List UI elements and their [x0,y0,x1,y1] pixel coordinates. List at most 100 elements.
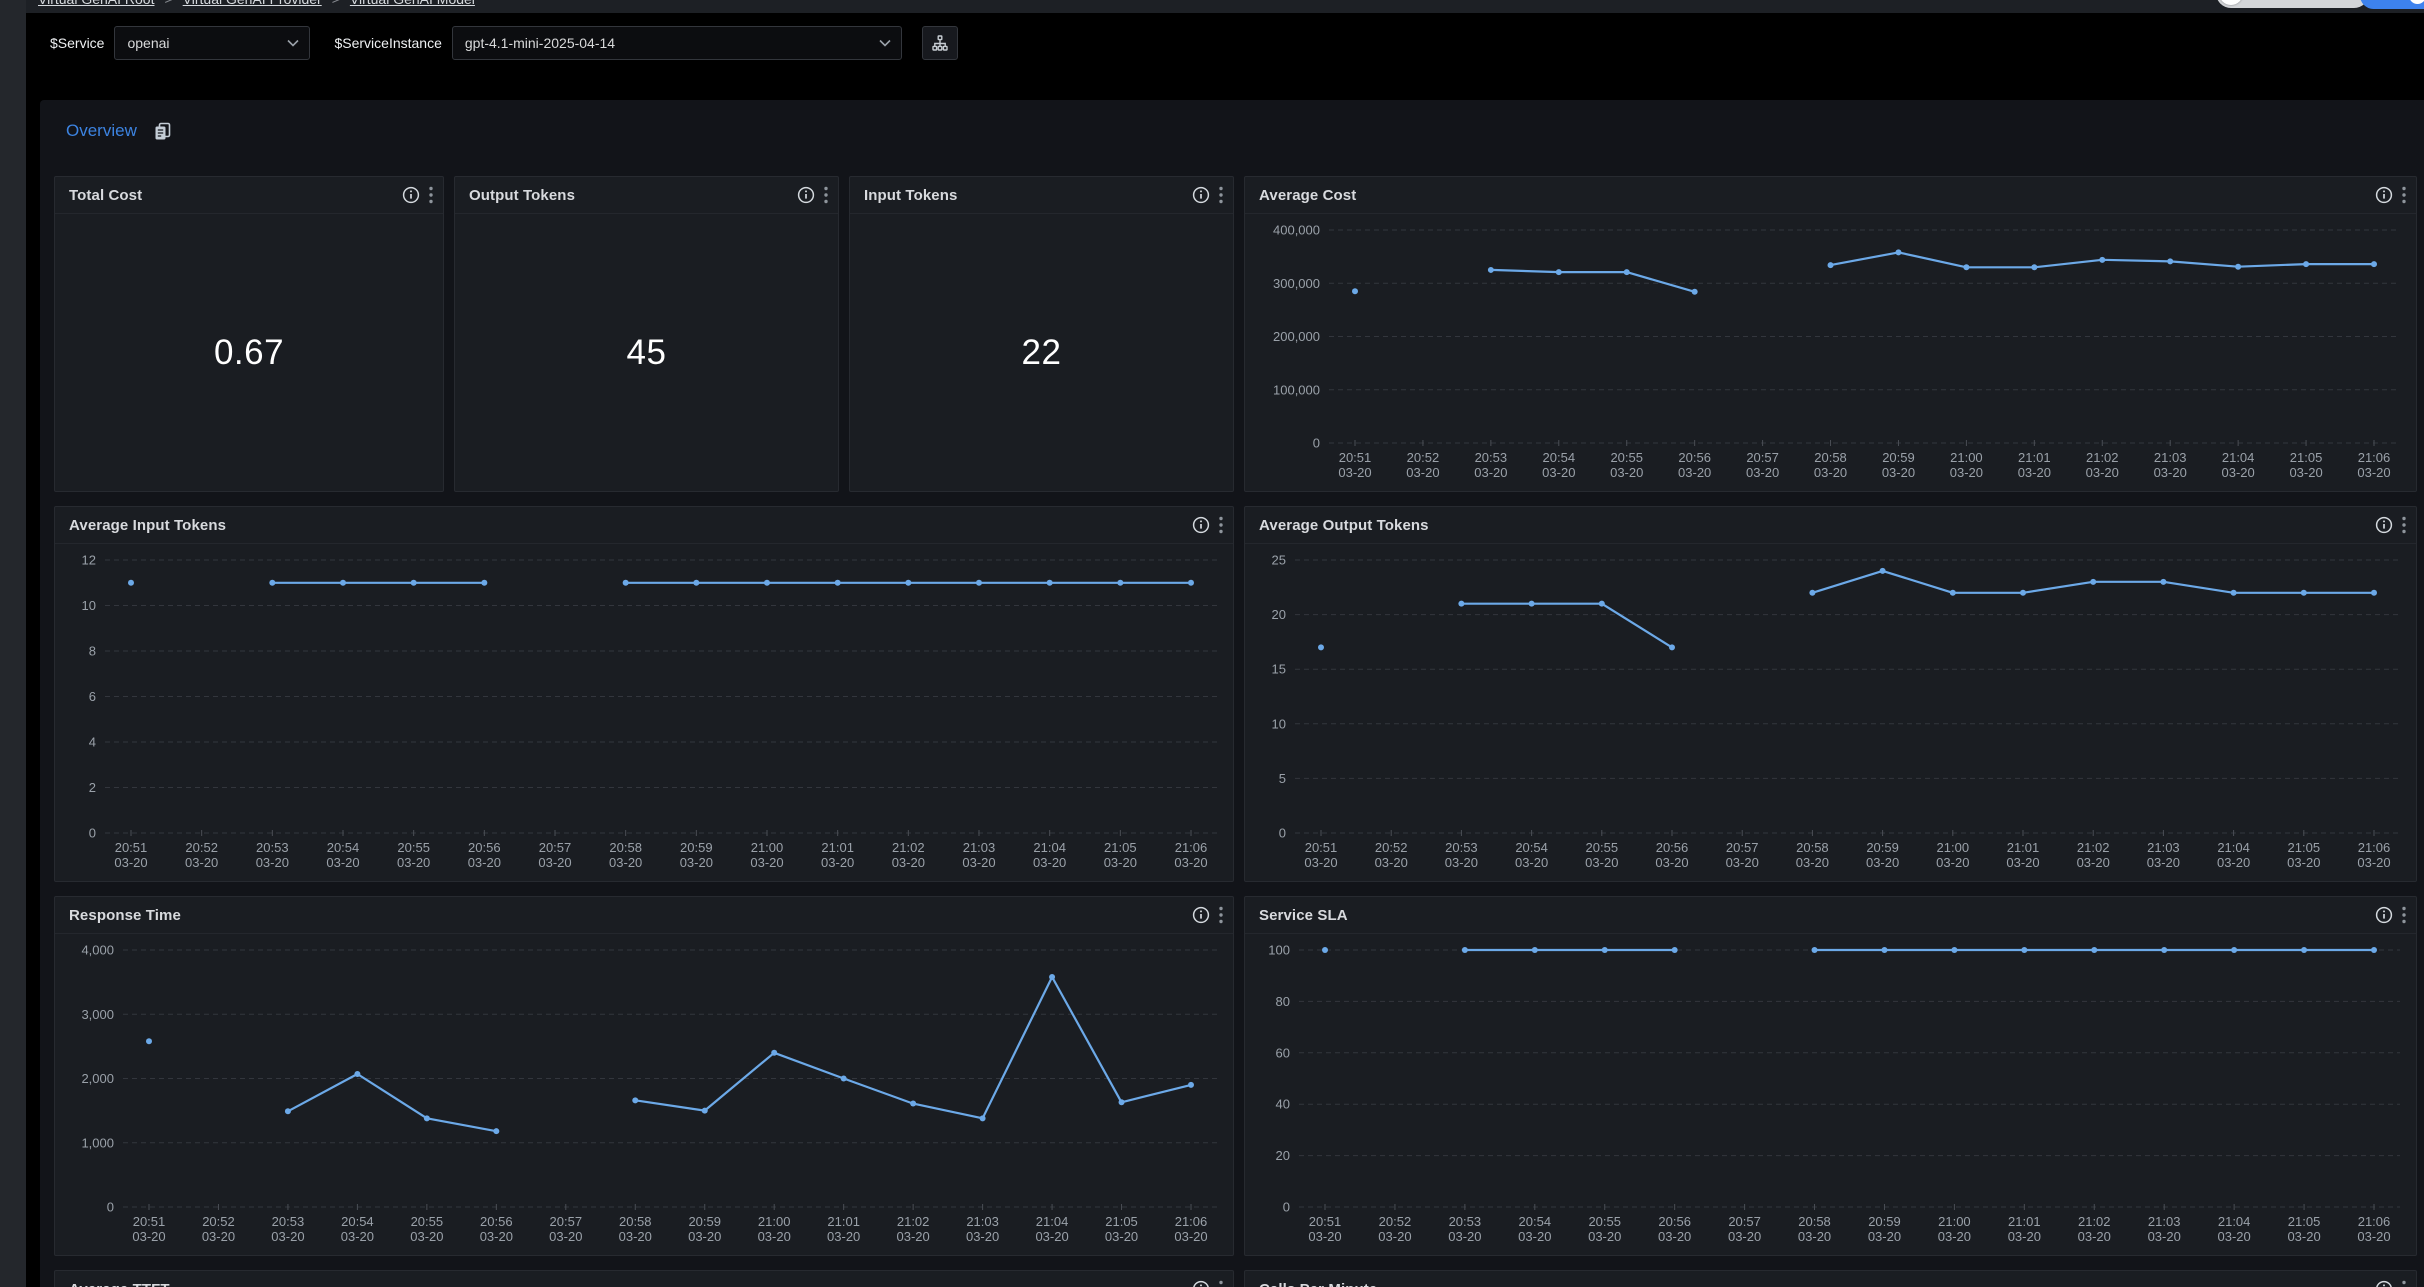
topbar-toggle-button[interactable] [2216,0,2369,8]
svg-text:20: 20 [1276,1148,1290,1163]
svg-text:20:5103-20: 20:5103-20 [1304,840,1337,870]
svg-text:21:0103-20: 21:0103-20 [2008,1214,2041,1244]
svg-text:100,000: 100,000 [1273,382,1320,397]
svg-text:21:0203-20: 21:0203-20 [2086,450,2119,480]
sitemap-icon [930,33,950,53]
info-icon[interactable] [2375,906,2393,924]
svg-text:20: 20 [1272,607,1286,622]
svg-text:20:5603-20: 20:5603-20 [1678,450,1711,480]
total-cost-value: 0.67 [214,333,284,373]
panel-average-input-tokens: Average Input Tokens 02468101220:5103-20… [54,506,1234,882]
svg-text:21:0103-20: 21:0103-20 [2006,840,2039,870]
service-select[interactable]: openai [114,26,310,60]
panel-header: Average Output Tokens [1245,507,2416,544]
tab-row: Overview [54,116,2417,146]
svg-text:20:5603-20: 20:5603-20 [468,840,501,870]
tab-overview[interactable]: Overview [66,121,137,141]
info-icon[interactable] [2375,516,2393,534]
svg-text:2: 2 [89,780,96,795]
panel-menu-icon[interactable] [2402,906,2406,924]
panel-header: Total Cost [55,177,443,214]
panel-menu-icon[interactable] [429,186,433,204]
panel-header: Service SLA [1245,897,2416,934]
svg-text:21:0403-20: 21:0403-20 [2218,1214,2251,1244]
panel-response-time: Response Time 01,0002,0003,0004,00020:51… [54,896,1234,1256]
svg-text:21:0103-20: 21:0103-20 [821,840,854,870]
panel-title: Average Cost [1259,187,1356,204]
svg-text:20:5103-20: 20:5103-20 [132,1214,165,1244]
svg-text:20:5103-20: 20:5103-20 [114,840,147,870]
svg-text:20:5303-20: 20:5303-20 [256,840,289,870]
service-instance-select[interactable]: gpt-4.1-mini-2025-04-14 [452,26,902,60]
svg-text:200,000: 200,000 [1273,329,1320,344]
svg-text:21:0503-20: 21:0503-20 [1105,1214,1138,1244]
svg-text:10: 10 [1272,716,1286,731]
panel-header: Average Input Tokens [55,507,1233,544]
panel-menu-icon[interactable] [2402,516,2406,534]
svg-text:20:5303-20: 20:5303-20 [1445,840,1478,870]
svg-text:20:5603-20: 20:5603-20 [1658,1214,1691,1244]
svg-text:20:5703-20: 20:5703-20 [1728,1214,1761,1244]
svg-text:21:0303-20: 21:0303-20 [966,1214,999,1244]
panel-menu-icon[interactable] [824,186,828,204]
svg-text:20:5203-20: 20:5203-20 [1406,450,1439,480]
svg-text:20:5903-20: 20:5903-20 [1866,840,1899,870]
page: Virtual GenAI Root>Virtual GenAI Provide… [26,0,2424,1287]
panel-service-sla: Service SLA 02040608010020:5103-2020:520… [1244,896,2417,1256]
svg-text:20:5403-20: 20:5403-20 [1515,840,1548,870]
svg-text:21:0603-20: 21:0603-20 [2357,450,2390,480]
panel-row-4: Average TTFT Calls Per Minute [54,1270,2417,1287]
svg-text:20:5503-20: 20:5503-20 [1588,1214,1621,1244]
svg-text:20:5803-20: 20:5803-20 [609,840,642,870]
panel-menu-icon[interactable] [1219,1280,1223,1287]
panel-calls-per-minute: Calls Per Minute [1244,1270,2417,1287]
info-icon[interactable] [2375,1280,2393,1287]
stat-body: 22 [850,214,1233,491]
info-icon[interactable] [402,186,420,204]
svg-text:21:0303-20: 21:0303-20 [2148,1214,2181,1244]
breadcrumb-link-root[interactable]: Virtual GenAI Root [38,0,154,7]
svg-text:0: 0 [107,1200,114,1215]
info-icon[interactable] [1192,516,1210,534]
panel-title: Input Tokens [864,187,957,204]
svg-text:20:5903-20: 20:5903-20 [1882,450,1915,480]
breadcrumb-link-model[interactable]: Virtual GenAI Model [350,0,475,7]
svg-text:10: 10 [82,598,96,613]
panel-menu-icon[interactable] [1219,186,1223,204]
panel-header: Average Cost [1245,177,2416,214]
variable-hierarchy-button[interactable] [922,26,958,60]
topbar-account-button[interactable] [2360,0,2424,9]
panel-menu-icon[interactable] [2402,186,2406,204]
svg-text:20:5103-20: 20:5103-20 [1338,450,1371,480]
svg-text:20:5803-20: 20:5803-20 [1798,1214,1831,1244]
svg-text:40: 40 [1276,1097,1290,1112]
svg-text:20:5403-20: 20:5403-20 [326,840,359,870]
panel-menu-icon[interactable] [1219,906,1223,924]
svg-text:20:5803-20: 20:5803-20 [1796,840,1829,870]
svg-text:20:5903-20: 20:5903-20 [688,1214,721,1244]
info-icon[interactable] [2375,186,2393,204]
svg-text:21:0303-20: 21:0303-20 [2147,840,2180,870]
panel-header: Average TTFT [55,1271,1233,1287]
info-icon[interactable] [1192,186,1210,204]
svg-text:6: 6 [89,689,96,704]
average-output-tokens-chart: 051015202520:5103-2020:5203-2020:5303-20… [1245,544,2416,881]
panel-menu-icon[interactable] [2402,1280,2406,1287]
info-icon[interactable] [797,186,815,204]
svg-text:21:0303-20: 21:0303-20 [2154,450,2187,480]
panel-header: Output Tokens [455,177,838,214]
svg-text:15: 15 [1272,662,1286,677]
info-icon[interactable] [1192,906,1210,924]
breadcrumb-link-provider[interactable]: Virtual GenAI Provider [183,0,322,7]
panel-menu-icon[interactable] [1219,516,1223,534]
svg-text:20:5203-20: 20:5203-20 [1375,840,1408,870]
svg-text:20:5503-20: 20:5503-20 [410,1214,443,1244]
svg-text:0: 0 [1313,436,1320,451]
svg-text:20:5703-20: 20:5703-20 [1746,450,1779,480]
library-panel-icon[interactable] [153,121,172,141]
svg-text:21:0203-20: 21:0203-20 [892,840,925,870]
left-nav-strip[interactable] [0,0,26,1287]
chevron-down-icon [287,39,299,47]
svg-text:21:0103-20: 21:0103-20 [2018,450,2051,480]
info-icon[interactable] [1192,1280,1210,1287]
